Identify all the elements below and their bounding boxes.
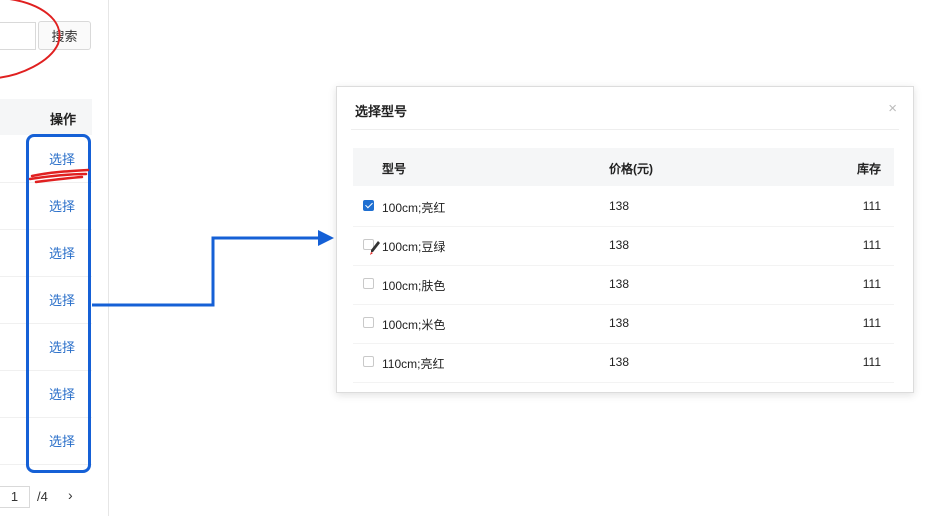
pen-cursor-icon: [370, 241, 380, 255]
column-header-operation: 操作: [49, 112, 76, 127]
table-row[interactable]: 110cm;亮红 138 111: [353, 343, 894, 383]
table-header: 操作: [0, 99, 92, 135]
stock-cell: 111: [862, 355, 881, 369]
dialog-title: 选择型号: [355, 104, 408, 119]
select-model-dialog: 选择型号 × 型号 价格(元) 库存 100cm;亮红 138 111 100c…: [336, 86, 914, 393]
model-cell: 100cm;米色: [382, 318, 446, 332]
model-cell: 110cm;亮红: [382, 357, 445, 371]
stock-cell: 111: [862, 199, 881, 213]
table-row[interactable]: 100cm;豆绿 138 111: [353, 226, 894, 266]
row-checkbox[interactable]: [363, 317, 374, 328]
price-cell: 138: [609, 355, 630, 369]
table-row[interactable]: 100cm;亮红 138 111: [353, 187, 894, 227]
stock-cell: 111: [862, 277, 881, 291]
price-cell: 138: [609, 316, 630, 330]
divider: [351, 129, 899, 130]
model-cell: 100cm;肤色: [382, 279, 446, 293]
pagination: 1 /4 ›: [0, 484, 108, 512]
annotation-highlight-box: [26, 134, 91, 473]
model-table-header: 型号 价格(元) 库存: [353, 148, 894, 186]
annotation-arrowhead: [318, 230, 334, 246]
row-checkbox[interactable]: [363, 278, 374, 289]
column-header-model: 型号: [382, 162, 407, 176]
table-row[interactable]: 100cm;肤色 138 111: [353, 265, 894, 305]
price-cell: 138: [609, 277, 630, 291]
search-button[interactable]: 搜索: [38, 21, 91, 50]
next-page-icon[interactable]: ›: [68, 487, 73, 503]
column-header-price: 价格(元): [609, 162, 653, 176]
page-total: /4: [37, 489, 48, 504]
model-cell: 100cm;豆绿: [382, 240, 446, 254]
stock-cell: 111: [862, 238, 881, 252]
column-header-stock: 库存: [856, 162, 881, 176]
search-input[interactable]: [0, 22, 36, 50]
price-cell: 138: [609, 199, 630, 213]
close-icon[interactable]: ×: [888, 100, 897, 117]
price-cell: 138: [609, 238, 630, 252]
model-cell: 100cm;亮红: [382, 201, 446, 215]
table-row[interactable]: 100cm;米色 138 111: [353, 304, 894, 344]
stock-cell: 111: [862, 316, 881, 330]
row-checkbox[interactable]: [363, 356, 374, 367]
row-checkbox[interactable]: [363, 200, 374, 211]
annotation-connector-arrow: [92, 236, 322, 307]
page-number-input[interactable]: 1: [0, 486, 30, 508]
